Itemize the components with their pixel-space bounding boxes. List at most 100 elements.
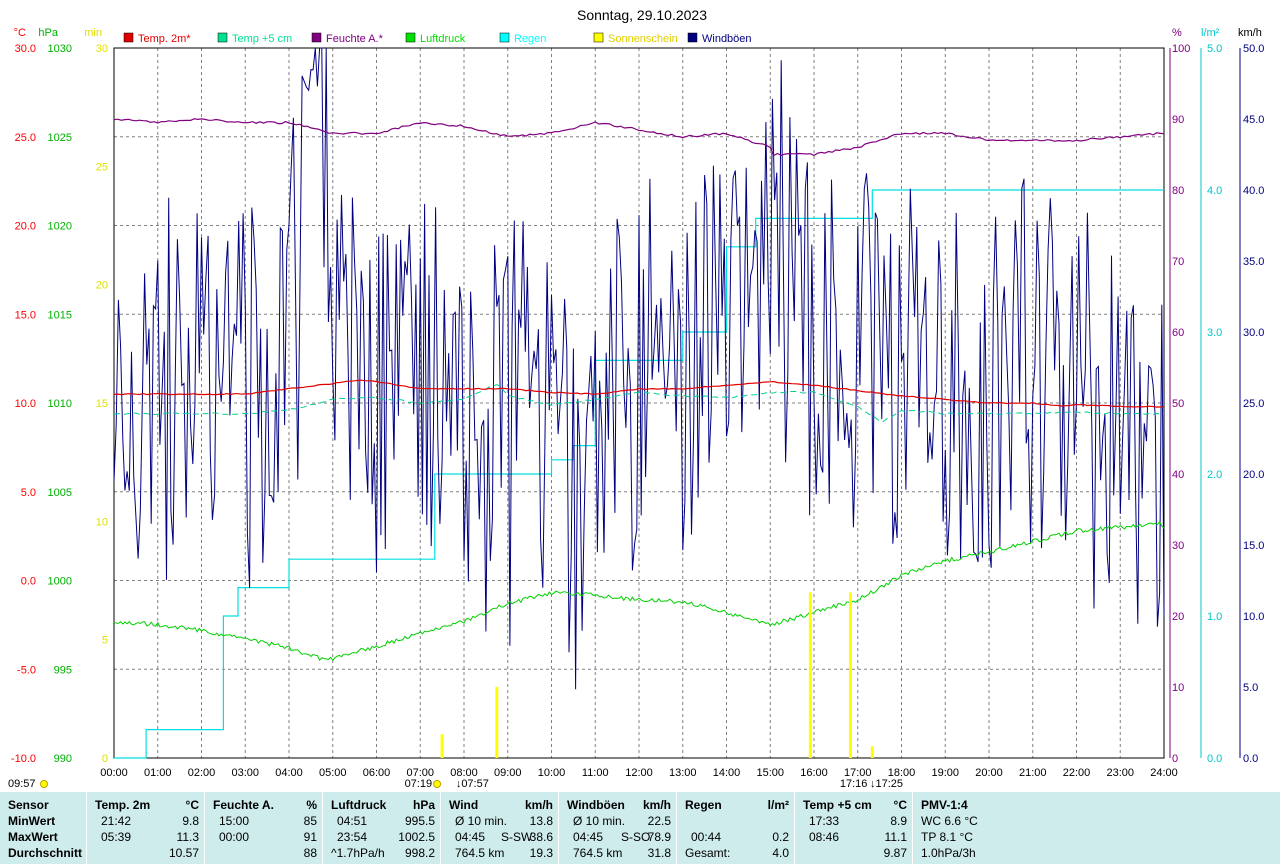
min-row-label: MinWert bbox=[8, 814, 56, 828]
pressure-tick-label: 1010 bbox=[48, 398, 72, 410]
rain-column: Regen l/m² 00:44 0.2 Gesamt: 4.0 bbox=[676, 792, 795, 864]
humidity-tick-label: 70 bbox=[1172, 256, 1184, 268]
temp2m-min-time: 21:42 bbox=[101, 814, 132, 828]
pressure-column: Luftdruck hPa 04:51 995.5 23:54 1002.5 ^… bbox=[322, 792, 441, 864]
sunset-time: 17:16 bbox=[840, 778, 868, 790]
humidity-max-time: 00:00 bbox=[219, 830, 250, 844]
time-tick-label: 05:00 bbox=[319, 767, 347, 779]
temp2m-avg-value: 10.57 bbox=[168, 846, 199, 860]
time-tick-label: 13:00 bbox=[669, 767, 697, 779]
temp-tick-label: 0.0 bbox=[21, 576, 36, 588]
rain-tick-label: 5.0 bbox=[1207, 43, 1222, 55]
chart-title: Sonntag, 29.10.2023 bbox=[577, 7, 707, 23]
time-tick-label: 06:00 bbox=[363, 767, 391, 779]
legend-entry-label: Temp. 2m* bbox=[138, 33, 191, 45]
time-tick-label: 14:00 bbox=[713, 767, 741, 779]
pmv-windchill: WC 6.6 °C bbox=[921, 814, 978, 828]
rain-max-time: 00:44 bbox=[691, 830, 722, 844]
temp-tick-label: 5.0 bbox=[21, 487, 36, 499]
wind-tick-label: 20.0 bbox=[1243, 469, 1264, 481]
humidity-tick-label: 30 bbox=[1172, 540, 1184, 552]
legend-entry-label: Feuchte A.* bbox=[326, 33, 384, 45]
time-tick-label: 02:00 bbox=[188, 767, 216, 779]
sunshine-tick-label: 5 bbox=[102, 635, 108, 647]
legend-swatch bbox=[123, 32, 134, 43]
temp5cm-max-time: 08:46 bbox=[809, 830, 840, 844]
humidity-unit: % bbox=[306, 798, 317, 812]
sun-markers: 09:57 07:19 ↓07:57 17:16 ↓17:25 bbox=[8, 778, 903, 790]
sunshine-tick-label: 25 bbox=[96, 161, 108, 173]
pressure-tick-label: 1030 bbox=[48, 43, 72, 55]
pressure-min-value: 995.5 bbox=[404, 814, 435, 828]
legend-entry-label: Temp +5 cm bbox=[232, 33, 292, 45]
pmv-pressure-trend: 1.0hPa/3h bbox=[921, 846, 976, 860]
gusts-max-direction: S-SO bbox=[621, 830, 651, 844]
pressure-title: Luftdruck bbox=[331, 798, 387, 812]
wind-column: Wind km/h Ø 10 min. 13.8 04:45 S-SW 38.6… bbox=[440, 792, 559, 864]
wind-tick-label: 50.0 bbox=[1243, 43, 1264, 55]
legend-swatch bbox=[217, 32, 228, 43]
gusts-avg10-label: Ø 10 min. bbox=[573, 814, 626, 828]
sunshine-bar bbox=[495, 687, 499, 758]
rain-title: Regen bbox=[685, 798, 722, 812]
gusts-column: Windböen km/h Ø 10 min. 22.5 04:45 S-SO … bbox=[558, 792, 677, 864]
time-tick-label: 21:00 bbox=[1019, 767, 1047, 779]
pressure-tick-label: 1005 bbox=[48, 487, 72, 499]
pmv-dewpoint: TP 8.1 °C bbox=[921, 830, 973, 844]
humidity-tick-label: 60 bbox=[1172, 327, 1184, 339]
legend-swatch bbox=[687, 32, 698, 43]
legend-swatch bbox=[405, 32, 416, 43]
temp-tick-label: 15.0 bbox=[15, 309, 36, 321]
dawn-time: ↓07:57 bbox=[456, 778, 489, 790]
temp2m-min-value: 9.8 bbox=[182, 814, 199, 828]
time-tick-label: 22:00 bbox=[1063, 767, 1091, 779]
gusts-distance: 764.5 km bbox=[573, 846, 623, 860]
pmv-column: PMV-1:4 WC 6.6 °C TP 8.1 °C 1.0hPa/3h bbox=[912, 792, 1280, 864]
temp-tick-label: 10.0 bbox=[15, 398, 36, 410]
rain-axis-unit: l/m² bbox=[1201, 27, 1220, 39]
humidity-title: Feuchte A. bbox=[213, 798, 274, 812]
temp-tick-label: 25.0 bbox=[15, 132, 36, 144]
rain-tick-label: 3.0 bbox=[1207, 327, 1222, 339]
humidity-avg-value: 88 bbox=[303, 846, 317, 860]
temp5cm-min-value: 8.9 bbox=[890, 814, 907, 828]
legend-entry-label: Sonnenschein bbox=[608, 33, 678, 45]
pressure-trend: ^1.7hPa/h bbox=[331, 846, 385, 860]
time-tick-label: 00:00 bbox=[100, 767, 128, 779]
time-tick-label: 24:00 bbox=[1150, 767, 1178, 779]
time-tick-label: 15:00 bbox=[756, 767, 784, 779]
time-tick-label: 01:00 bbox=[144, 767, 172, 779]
sunshine-tick-label: 15 bbox=[96, 398, 108, 410]
temp5cm-title: Temp +5 cm bbox=[803, 798, 872, 812]
gusts-max-time: 04:45 bbox=[573, 830, 604, 844]
sunshine-tick-label: 10 bbox=[96, 516, 108, 528]
sunshine-tick-label: 0 bbox=[102, 753, 108, 765]
pressure-tick-label: 1015 bbox=[48, 309, 72, 321]
gusts-unit: km/h bbox=[642, 798, 671, 812]
wind-unit: km/h bbox=[524, 798, 553, 812]
time-tick-label: 19:00 bbox=[931, 767, 959, 779]
humidity-tick-label: 10 bbox=[1172, 682, 1184, 694]
pressure-unit: hPa bbox=[412, 798, 435, 812]
gusts-max-value: 78.9 bbox=[647, 830, 671, 844]
rain-tick-label: 0.0 bbox=[1207, 753, 1222, 765]
pressure-min-time: 04:51 bbox=[337, 814, 368, 828]
humidity-min-value: 85 bbox=[303, 814, 317, 828]
wind-tick-label: 5.0 bbox=[1243, 682, 1258, 694]
sunshine-bar bbox=[848, 592, 852, 758]
pressure-tick-label: 1000 bbox=[48, 576, 72, 588]
sunrise-time: 07:19 bbox=[405, 778, 433, 790]
temp2m-column: Temp. 2m °C 21:42 9.8 05:39 11.3 10.57 bbox=[86, 792, 205, 864]
sensor-title: Sensor bbox=[8, 798, 49, 812]
wind-tick-label: 0.0 bbox=[1243, 753, 1258, 765]
pressure-max-time: 23:54 bbox=[337, 830, 368, 844]
pressure-tick-label: 1020 bbox=[48, 221, 72, 233]
temp5cm-avg-value: 9.87 bbox=[883, 846, 907, 860]
wind-tick-label: 10.0 bbox=[1243, 611, 1264, 623]
legend-swatch bbox=[311, 32, 322, 43]
wind-tick-label: 40.0 bbox=[1243, 185, 1264, 197]
legend: Temp. 2m* Temp +5 cm Feuchte A.* Luftdruck R… bbox=[123, 32, 752, 45]
rain-max-value: 0.2 bbox=[772, 830, 789, 844]
time-tick-label: 04:00 bbox=[275, 767, 303, 779]
time-tick-label: 23:00 bbox=[1106, 767, 1134, 779]
